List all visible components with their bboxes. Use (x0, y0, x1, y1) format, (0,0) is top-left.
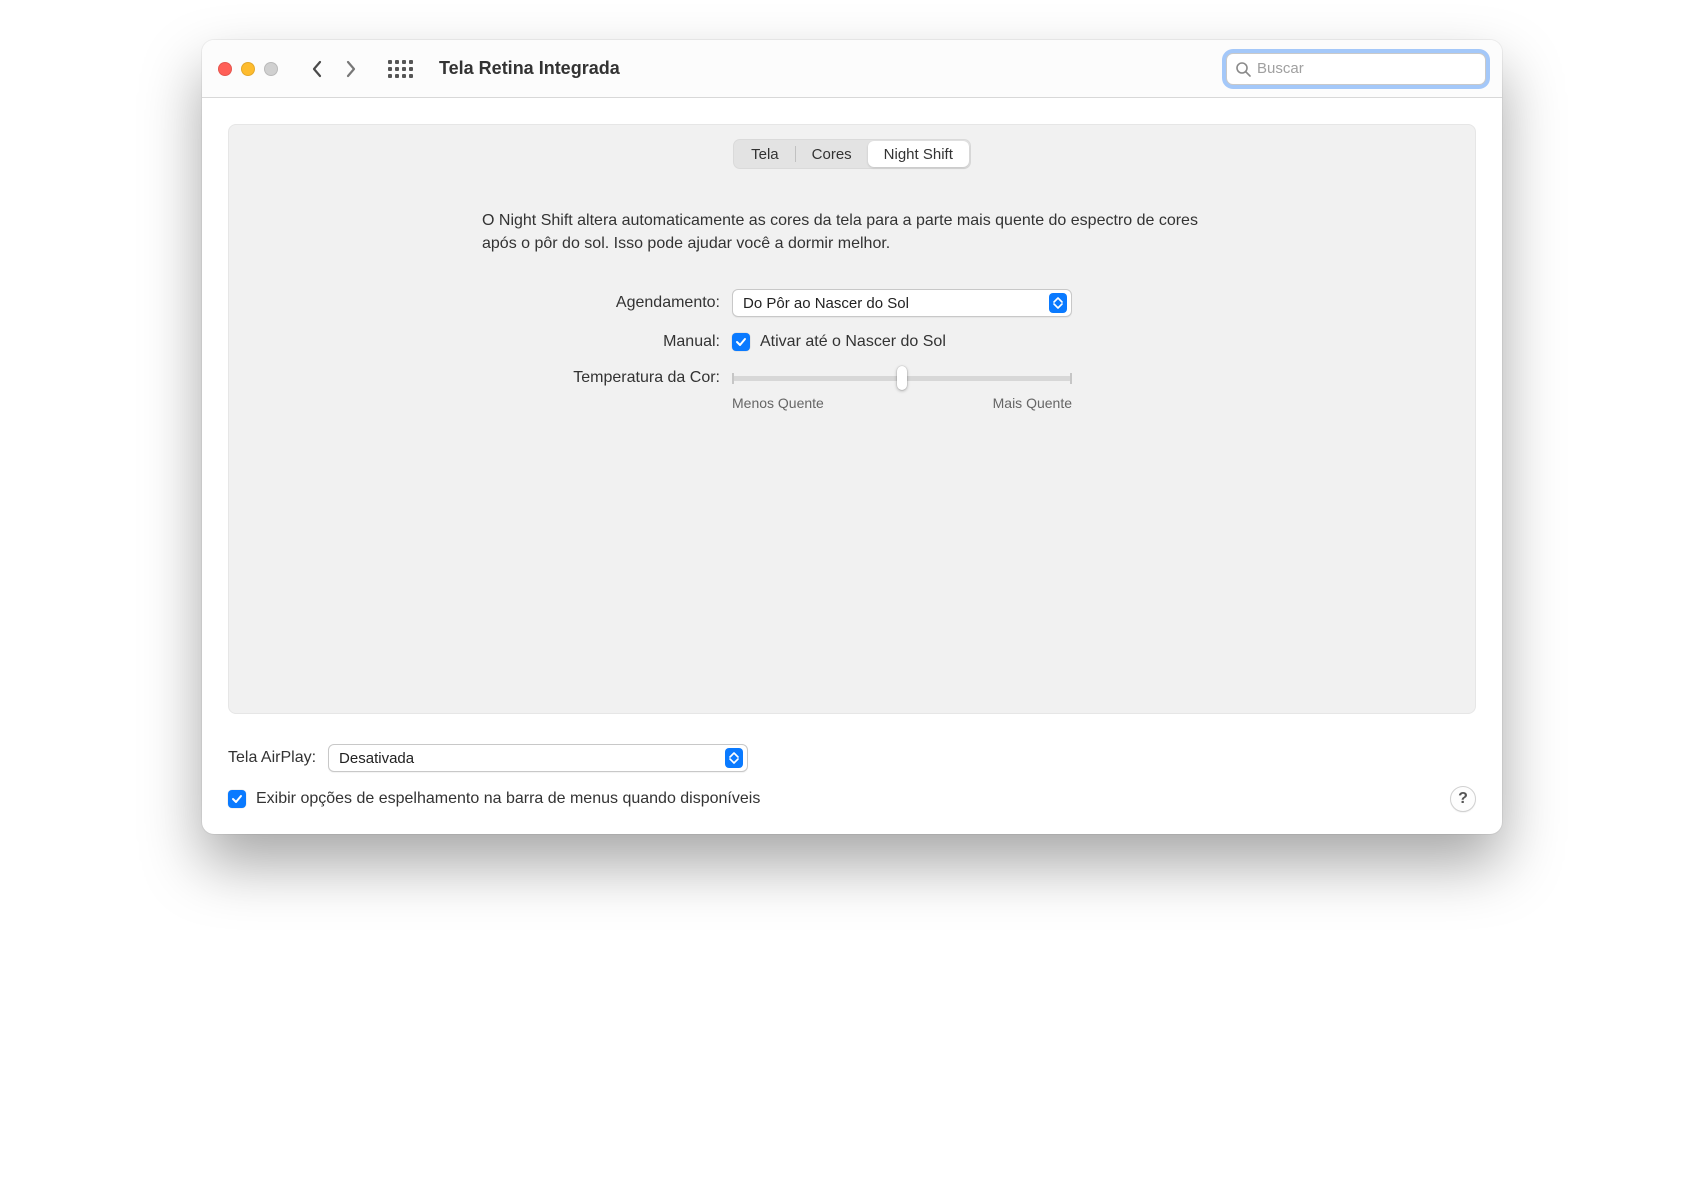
tab-night-shift[interactable]: Night Shift (868, 141, 969, 167)
airplay-value: Desativada (339, 750, 414, 767)
manual-checkbox[interactable] (732, 333, 750, 351)
mirroring-checkbox[interactable] (228, 790, 246, 808)
slider-max-label: Mais Quente (993, 395, 1072, 411)
search-input[interactable] (1257, 60, 1477, 77)
night-shift-description: O Night Shift altera automaticamente as … (442, 209, 1262, 255)
slider-thumb[interactable] (897, 366, 907, 390)
forward-button (336, 54, 366, 84)
color-temp-slider[interactable] (732, 367, 1072, 389)
updown-icon (1049, 293, 1067, 313)
close-window-button[interactable] (218, 62, 232, 76)
window-controls (218, 62, 278, 76)
preferences-window: Tela Retina Integrada Tela Cores Night S… (202, 40, 1502, 834)
mirroring-checkbox-label: Exibir opções de espelhamento na barra d… (256, 790, 760, 808)
schedule-popup[interactable]: Do Pôr ao Nascer do Sol (732, 289, 1072, 317)
nav-arrows (302, 54, 366, 84)
zoom-window-button (264, 62, 278, 76)
check-icon (735, 336, 747, 348)
manual-label: Manual: (482, 333, 732, 351)
settings-panel: Tela Cores Night Shift O Night Shift alt… (228, 124, 1476, 714)
search-icon (1235, 61, 1251, 77)
search-field[interactable] (1226, 53, 1486, 85)
help-button[interactable]: ? (1450, 786, 1476, 812)
color-temp-label: Temperatura da Cor: (482, 367, 732, 387)
window-title: Tela Retina Integrada (439, 58, 620, 79)
back-button[interactable] (302, 54, 332, 84)
show-all-button[interactable] (388, 60, 413, 78)
tab-tela[interactable]: Tela (735, 141, 795, 167)
titlebar: Tela Retina Integrada (202, 40, 1502, 98)
check-icon (231, 793, 243, 805)
minimize-window-button[interactable] (241, 62, 255, 76)
updown-icon (725, 748, 743, 768)
airplay-label: Tela AirPlay: (228, 749, 316, 767)
slider-min-label: Menos Quente (732, 395, 824, 411)
tab-cores[interactable]: Cores (796, 141, 868, 167)
airplay-popup[interactable]: Desativada (328, 744, 748, 772)
schedule-label: Agendamento: (482, 294, 732, 312)
tab-bar: Tela Cores Night Shift (229, 125, 1475, 169)
manual-checkbox-label: Ativar até o Nascer do Sol (760, 333, 946, 351)
schedule-value: Do Pôr ao Nascer do Sol (743, 295, 909, 312)
